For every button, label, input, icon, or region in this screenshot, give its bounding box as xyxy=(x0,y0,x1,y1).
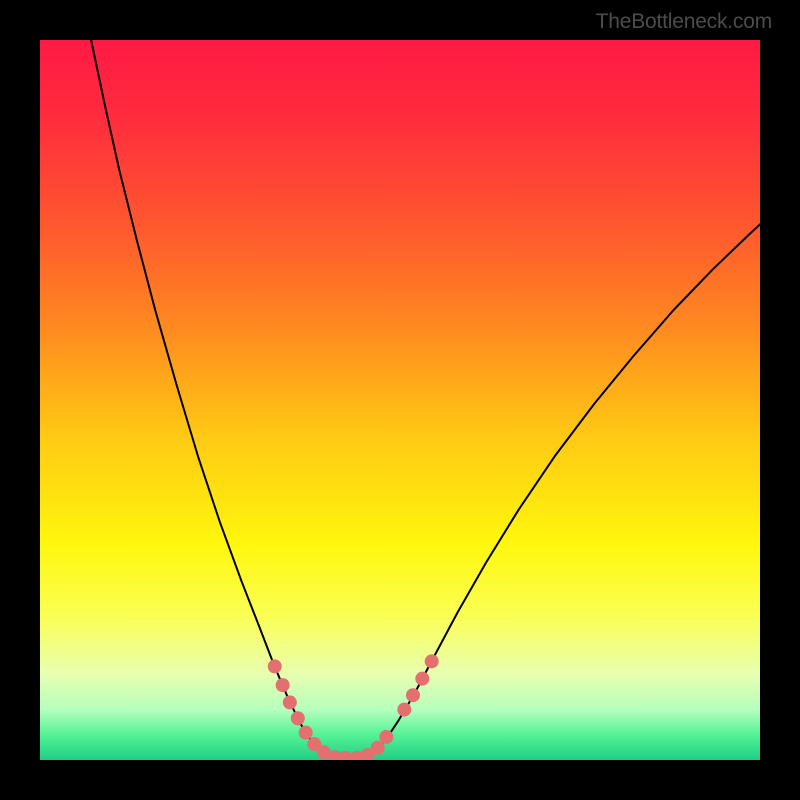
bottleneck-curve xyxy=(91,40,760,758)
curve-layer xyxy=(40,40,760,760)
highlight-marker xyxy=(379,730,393,744)
highlight-marker xyxy=(425,654,439,668)
highlight-marker xyxy=(283,695,297,709)
highlight-marker xyxy=(415,672,429,686)
plot-area xyxy=(40,40,760,760)
highlight-marker xyxy=(406,688,420,702)
highlight-marker xyxy=(268,659,282,673)
watermark-text: TheBottleneck.com xyxy=(596,10,772,34)
highlight-marker xyxy=(276,678,290,692)
highlight-marker xyxy=(397,703,411,717)
highlight-marker xyxy=(291,711,305,725)
highlight-markers-group xyxy=(268,654,439,760)
chart-frame: TheBottleneck.com xyxy=(0,0,800,800)
highlight-marker xyxy=(299,726,313,740)
